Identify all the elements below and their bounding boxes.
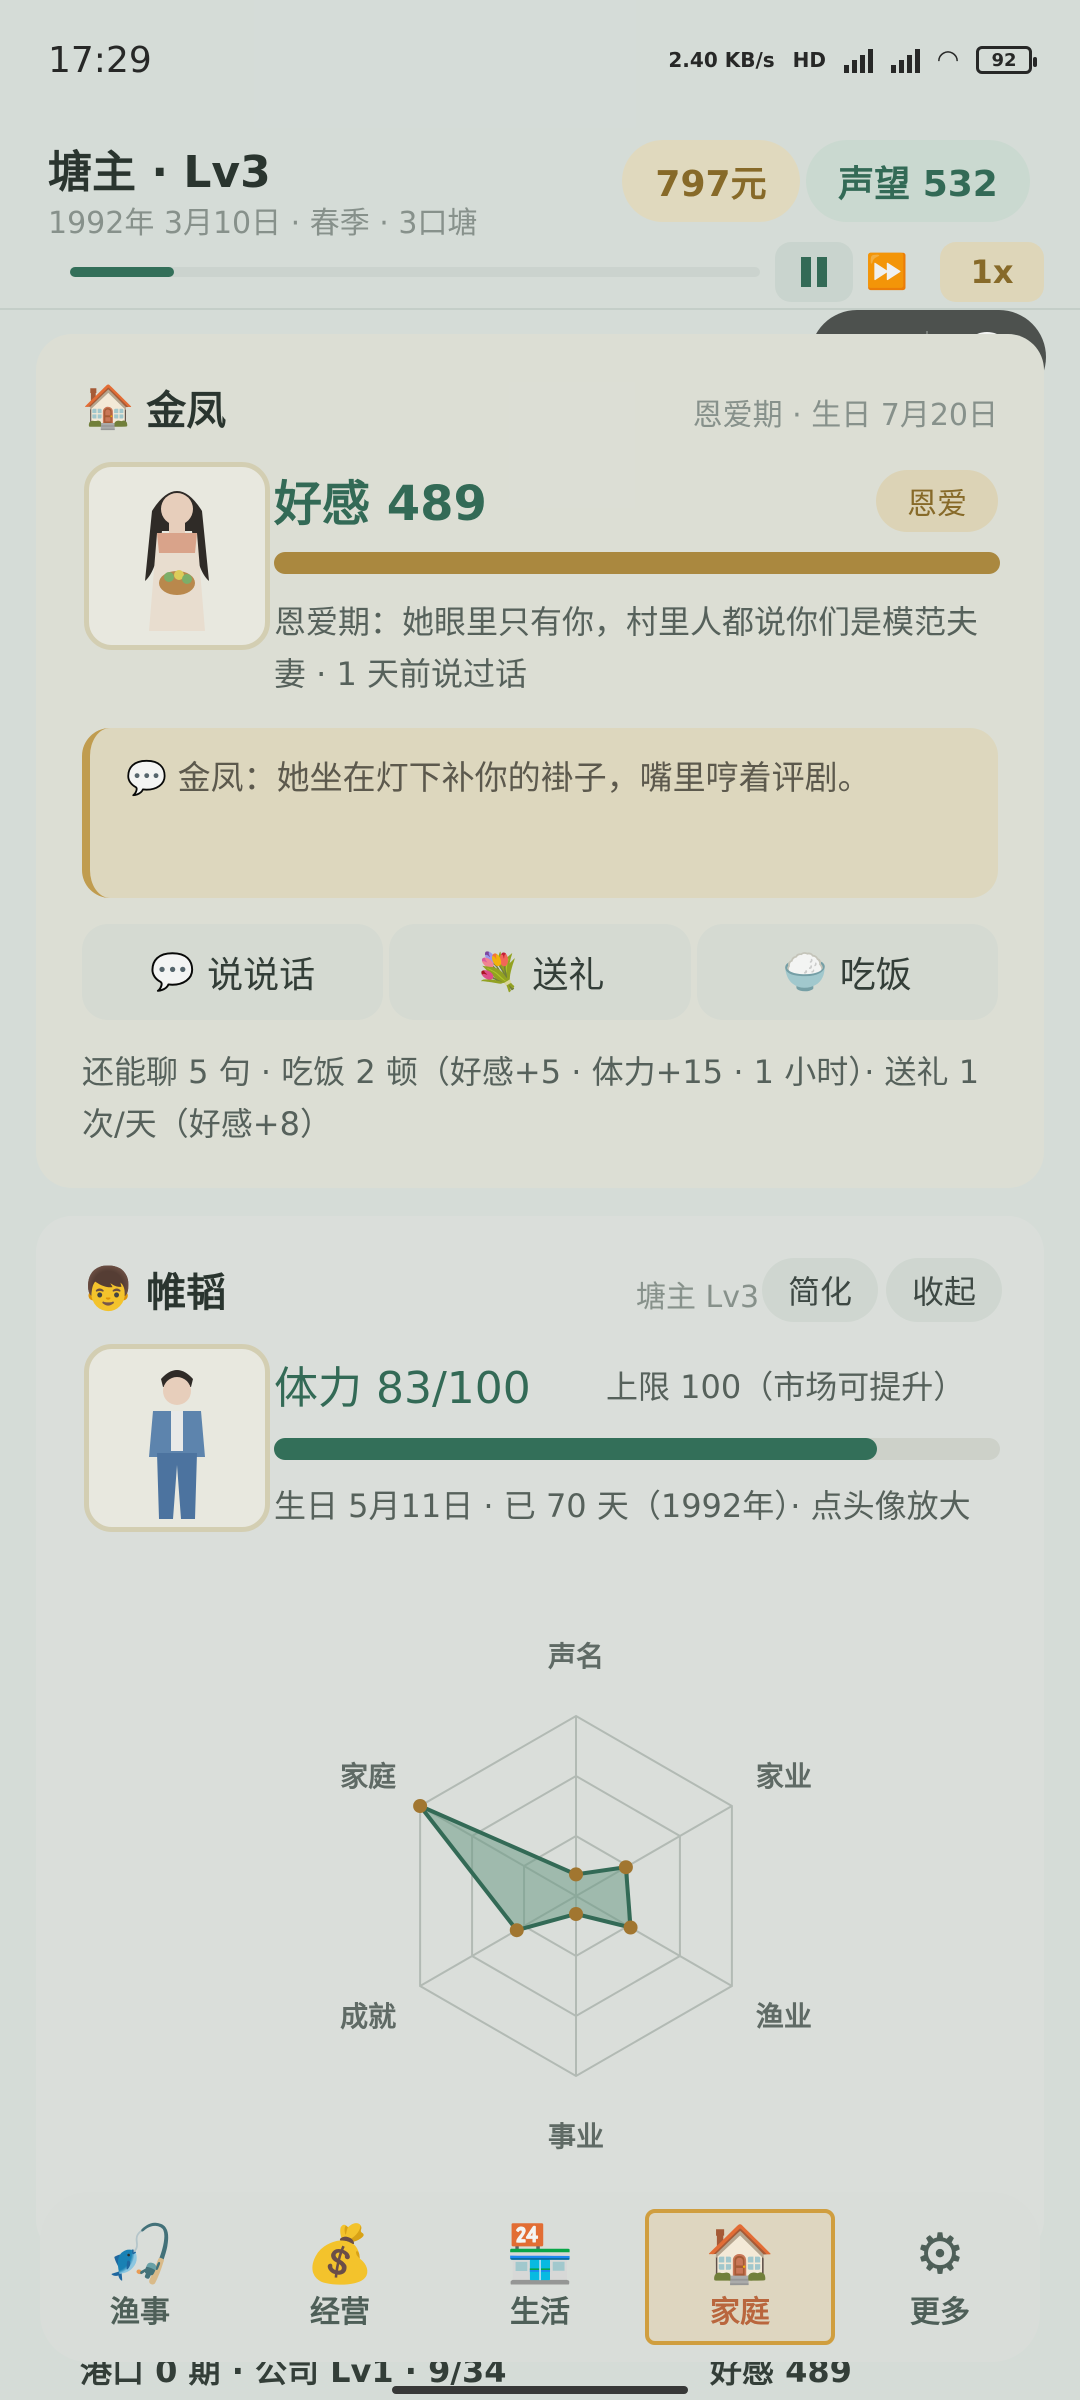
battery-level: 92 xyxy=(991,49,1017,71)
pause-icon-bar xyxy=(817,257,827,287)
meal-button[interactable]: 🍚 吃饭 xyxy=(696,924,998,1020)
player-avatar[interactable] xyxy=(84,1344,270,1532)
stamina-bar xyxy=(274,1438,1000,1460)
spouse-header: 🏠 金凤 xyxy=(82,378,226,436)
spouse-actions: 💬 说说话 💐 送礼 🍚 吃饭 xyxy=(82,924,998,1020)
speed-button[interactable]: 1x xyxy=(940,242,1044,302)
spouse-avatar[interactable] xyxy=(84,462,270,650)
nav-life[interactable]: 🏪 生活 xyxy=(445,2209,635,2345)
spouse-name: 金凤 xyxy=(146,388,227,434)
fast-forward-icon: ⏩ xyxy=(865,252,909,292)
home-indicator[interactable] xyxy=(392,2386,688,2394)
radar-data-point xyxy=(413,1799,428,1813)
radar-axis-label: 事业 xyxy=(548,2120,604,2153)
talk-label: 说说话 xyxy=(207,955,316,996)
interaction-limits: 还能聊 5 句 · 吃饭 2 顿（好感+5 · 体力+15 · 1 小时）· 送… xyxy=(82,1053,980,1143)
gift-label: 送礼 xyxy=(532,955,605,996)
player-birthday: 生日 5月11日 · 已 70 天（1992年）· 点头像放大 xyxy=(274,1487,971,1525)
stamina-limit: 上限 100（市场可提升） xyxy=(606,1368,966,1406)
nav-label: 家庭 xyxy=(710,2295,770,2330)
man-portrait-icon xyxy=(149,1370,205,1519)
spouse-quote: 💬 金凤：她坐在灯下补你的褂子，嘴里哼着评剧。 xyxy=(82,728,998,898)
collapse-button[interactable]: 收起 xyxy=(886,1258,1002,1322)
player-name: 帷韬 xyxy=(146,1270,227,1316)
rice-icon: 🍚 xyxy=(782,952,828,993)
spouse-favor: 好感 489 xyxy=(274,476,487,532)
game-header: 塘主 · Lv3 1992年 3月10日 · 春季 · 3口塘 797元 声望 … xyxy=(0,120,1080,310)
radar-data-area xyxy=(418,1804,633,1933)
wifi-icon: ◠ xyxy=(938,45,958,75)
house-icon: 🏠 xyxy=(82,382,135,431)
nav-label: 更多 xyxy=(910,2295,970,2330)
store-icon: 🏪 xyxy=(505,2222,575,2287)
player-card: 👦 帷韬 塘主 Lv3 简化 收起 体力 83/100 上限 100（市场可提升… xyxy=(36,1216,1044,2256)
radar-axis-label: 声名 xyxy=(548,1640,604,1673)
bouquet-icon: 💐 xyxy=(475,952,521,993)
pause-icon xyxy=(801,257,811,287)
radar-data-point xyxy=(623,1920,638,1935)
gear-icon: ⚙ xyxy=(914,2222,966,2287)
hd-icon: HD xyxy=(792,48,826,72)
boy-icon: 👦 xyxy=(82,1264,135,1313)
nav-label: 经营 xyxy=(310,2295,370,2330)
gift-button[interactable]: 💐 送礼 xyxy=(389,924,691,1020)
fame-badge[interactable]: 声望 532 xyxy=(806,140,1030,222)
radar-data-point xyxy=(569,1867,583,1882)
stamina-bar-fill xyxy=(274,1438,877,1460)
net-speed: 2.40 KB/s xyxy=(668,48,775,72)
spouse-card: 🏠 金凤 恩爱期 · 生日 7月20日 好感 489 恩爱 恩爱期：她眼里只有你… xyxy=(36,334,1044,1188)
nav-label: 生活 xyxy=(510,2295,570,2330)
simplify-button[interactable]: 简化 xyxy=(762,1258,878,1322)
nav-fishing[interactable]: 🎣 渔事 xyxy=(45,2209,235,2345)
radar-data-point xyxy=(618,1860,633,1875)
favor-bar xyxy=(274,552,1000,574)
radar-axis-label: 成就 xyxy=(340,2000,396,2033)
talk-button[interactable]: 💬 说说话 xyxy=(82,924,384,1020)
bottom-navigation: 🎣 渔事 💰 经营 🏪 生活 🏠 家庭 ⚙ 更多 xyxy=(40,2192,1040,2362)
meal-label: 吃饭 xyxy=(839,955,912,996)
radar-axis-label: 渔业 xyxy=(756,2000,812,2033)
day-progress-fill xyxy=(70,267,174,277)
fishing-icon: 🎣 xyxy=(105,2222,175,2287)
stamina-label: 体力 83/100 xyxy=(274,1363,531,1414)
day-progress-bar xyxy=(70,267,760,277)
player-header: 👦 帷韬 xyxy=(82,1260,226,1318)
spouse-status-text: 恩爱期：她眼里只有你，村里人都说你们是模范夫妻 · 1 天前说过话 xyxy=(274,603,979,693)
attribute-radar-chart: 声名家业渔业事业 成就 家庭 xyxy=(340,1640,812,2153)
chat-icon: 💬 xyxy=(150,952,196,993)
radar-axis-label: 家庭 xyxy=(340,1760,396,1793)
nav-label: 渔事 xyxy=(110,2295,170,2330)
house-icon: 🏠 xyxy=(705,2222,775,2287)
battery-icon: 92 xyxy=(976,46,1037,74)
radar-data-point xyxy=(509,1923,524,1938)
nav-business[interactable]: 💰 经营 xyxy=(245,2209,435,2345)
signal-5g-icon xyxy=(891,47,920,73)
money-badge[interactable]: 797元 xyxy=(622,140,800,222)
relationship-tag: 恩爱 xyxy=(876,470,998,532)
status-bar: 17:29 2.40 KB/s HD ◠ 92 xyxy=(0,0,1080,120)
signal-4g-icon xyxy=(844,47,873,73)
player-title: 塘主 · Lv3 xyxy=(48,147,271,198)
money-bag-icon: 💰 xyxy=(305,2222,375,2287)
woman-portrait-icon xyxy=(145,491,209,631)
nav-family[interactable]: 🏠 家庭 xyxy=(645,2209,835,2345)
spouse-meta: 恩爱期 · 生日 7月20日 xyxy=(692,398,998,433)
date-season: 1992年 3月10日 · 春季 · 3口塘 xyxy=(48,206,478,241)
nav-more[interactable]: ⚙ 更多 xyxy=(845,2209,1035,2345)
fast-forward-button[interactable]: ⏩ xyxy=(858,242,916,302)
radar-data-point xyxy=(569,1907,583,1921)
status-icons: 2.40 KB/s HD ◠ 92 xyxy=(668,45,1037,75)
radar-axis-label: 家业 xyxy=(756,1760,812,1793)
favor-bar-fill xyxy=(274,552,1000,574)
pause-button[interactable] xyxy=(775,242,853,302)
clock: 17:29 xyxy=(48,39,152,81)
player-level: 塘主 Lv3 xyxy=(636,1280,760,1315)
